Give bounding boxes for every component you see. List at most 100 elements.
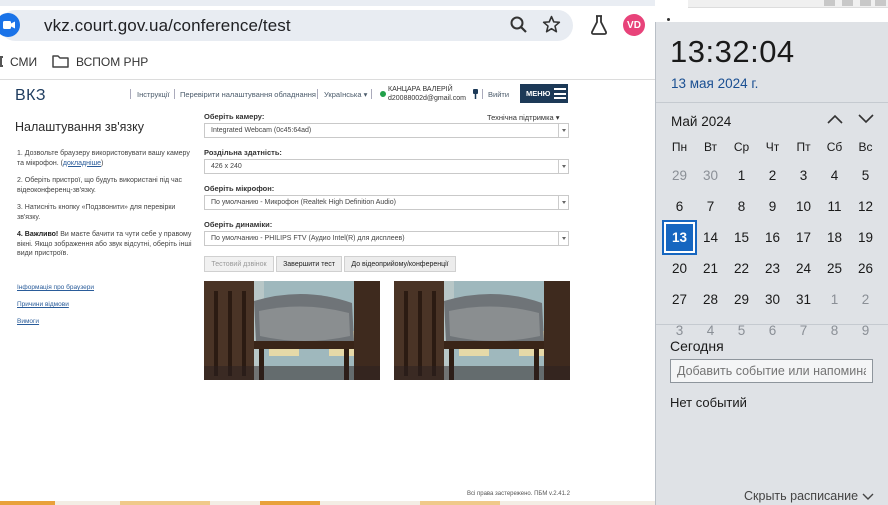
url-text[interactable]: vkz.court.gov.ua/conference/test: [44, 16, 291, 36]
footer-copyright: Всі права застережено. ПБМ v.2.41.2: [467, 491, 570, 497]
no-events-text: Нет событий: [670, 395, 747, 410]
chrome-divider: [0, 79, 655, 80]
calendar-day[interactable]: 5: [726, 315, 757, 346]
chevron-down-icon: [558, 160, 568, 173]
browser-info-link[interactable]: Інформація про браузери: [17, 284, 94, 291]
microphone-select[interactable]: По умолчанию - Микрофон (Realtek High De…: [204, 195, 569, 210]
calendar-day[interactable]: 16: [757, 222, 788, 253]
calendar-day[interactable]: 11: [819, 191, 850, 222]
requirements-link[interactable]: Вимоги: [17, 318, 39, 325]
calendar-day[interactable]: 1: [726, 160, 757, 191]
add-event-input[interactable]: [670, 359, 873, 383]
current-date-link[interactable]: 13 мая 2024 г.: [671, 76, 758, 91]
resolution-select[interactable]: 426 x 240: [204, 159, 569, 174]
calendar-day[interactable]: 26: [850, 253, 881, 284]
test-call-button[interactable]: Тестовий дзвінок: [204, 256, 274, 272]
calendar-month[interactable]: Май 2024: [671, 114, 731, 129]
calendar-day[interactable]: 1: [819, 284, 850, 315]
language-select[interactable]: Українська ▾: [324, 90, 367, 99]
calendar-day[interactable]: 3: [788, 160, 819, 191]
today-heading: Сегодня: [670, 338, 724, 354]
profile-avatar[interactable]: VD: [623, 14, 645, 36]
browser-menu-icon[interactable]: [667, 18, 670, 21]
calendar-day[interactable]: 10: [788, 191, 819, 222]
calendar-day[interactable]: 15: [726, 222, 757, 253]
calendar-day[interactable]: 7: [788, 315, 819, 346]
calendar-day[interactable]: 6: [757, 315, 788, 346]
tech-support-dropdown[interactable]: Технічна підтримка ▾: [487, 113, 560, 122]
calendar-day[interactable]: 5: [850, 160, 881, 191]
calendar-day[interactable]: 28: [695, 284, 726, 315]
calendar-day[interactable]: 12: [850, 191, 881, 222]
calendar-day[interactable]: 19: [850, 222, 881, 253]
calendar-day[interactable]: 14: [695, 222, 726, 253]
calendar-day[interactable]: 23: [757, 253, 788, 284]
calendar-day[interactable]: 8: [819, 315, 850, 346]
calendar-day[interactable]: 20: [664, 253, 695, 284]
calendar-day[interactable]: 2: [850, 284, 881, 315]
bookmark-vspom[interactable]: ВСПОМ РНР: [76, 55, 148, 69]
camera-select[interactable]: Integrated Webcam (0c45:64ad): [204, 123, 569, 138]
folder-icon: [52, 55, 69, 68]
site-logo[interactable]: ВКЗ: [15, 87, 46, 105]
calendar-day[interactable]: 9: [757, 191, 788, 222]
site-info-icon[interactable]: [0, 13, 24, 37]
chevron-down-icon: [862, 493, 874, 500]
nav-instructions[interactable]: Інструкції: [137, 90, 170, 99]
calendar-day[interactable]: 25: [819, 253, 850, 284]
nav-separator: [130, 89, 131, 99]
nav-separator: [317, 89, 318, 99]
refusal-reasons-link[interactable]: Причини відмови: [17, 301, 69, 308]
bookmark-smi[interactable]: СМИ: [10, 55, 37, 69]
calendar-day[interactable]: 4: [819, 160, 850, 191]
logout-link[interactable]: Вийти: [488, 90, 509, 99]
bookmark-star-icon[interactable]: [541, 14, 562, 35]
pin-icon[interactable]: [472, 89, 479, 99]
nav-check-equipment[interactable]: Перевірити налаштування обладнання: [180, 90, 316, 99]
calendar-day[interactable]: 22: [726, 253, 757, 284]
calendar-day[interactable]: 29: [726, 284, 757, 315]
calendar-day[interactable]: 18: [819, 222, 850, 253]
labs-flask-icon[interactable]: [589, 14, 609, 36]
bookmark-edge-icon: [0, 56, 3, 67]
weekday-label: Вс: [858, 140, 873, 154]
to-conference-button[interactable]: До відеоприйому/конференції: [344, 256, 456, 272]
zoom-icon[interactable]: [509, 15, 529, 35]
step-1: 1. Дозвольте браузеру використовувати ва…: [17, 150, 190, 167]
details-link[interactable]: докладніше: [63, 160, 101, 167]
camera-label: Оберіть камеру:: [204, 112, 265, 121]
calendar-day[interactable]: 8: [726, 191, 757, 222]
weekday-label: Вт: [703, 140, 718, 154]
calendar-day[interactable]: 21: [695, 253, 726, 284]
calendar-day[interactable]: 17: [788, 222, 819, 253]
resolution-label: Роздільна здатність:: [204, 148, 282, 157]
hide-schedule-button[interactable]: Скрыть расписание: [744, 489, 874, 503]
user-name[interactable]: КАНЦАРА ВАЛЕРІЙ: [388, 86, 453, 93]
calendar-day[interactable]: 9: [850, 315, 881, 346]
step-2: 2. Оберіть пристрої, що будуть використа…: [17, 177, 183, 194]
nav-separator: [174, 89, 175, 99]
prev-month-chevron-up-icon[interactable]: [826, 112, 844, 126]
weekday-label: Пт: [796, 140, 811, 154]
end-test-button[interactable]: Завершити тест: [276, 256, 342, 272]
calendar-day[interactable]: 24: [788, 253, 819, 284]
nav-separator: [371, 89, 372, 99]
calendar-day-today[interactable]: 13: [662, 220, 697, 255]
chevron-down-icon: [558, 124, 568, 137]
calendar-grid: 29 30 1 2 3 4 5 6 7 8 9 10 11 12 13 14 15 16 17 18 19 20 21 22 2…: [662, 160, 884, 346]
speakers-label: Оберіть динаміки:: [204, 220, 273, 229]
calendar-day[interactable]: 7: [695, 191, 726, 222]
next-month-chevron-down-icon[interactable]: [857, 112, 875, 126]
speakers-select[interactable]: По умолчанию - PHILIPS FTV (Аудио Intel(…: [204, 231, 569, 246]
calendar-day[interactable]: 2: [757, 160, 788, 191]
calendar-day[interactable]: 30: [757, 284, 788, 315]
weekday-label: Сб: [826, 140, 843, 154]
calendar-day[interactable]: 30: [695, 160, 726, 191]
calendar-day[interactable]: 27: [664, 284, 695, 315]
online-status-icon: [380, 91, 386, 97]
taskbar-strip: [0, 501, 655, 505]
calendar-day[interactable]: 31: [788, 284, 819, 315]
calendar-day[interactable]: 29: [664, 160, 695, 191]
calendar-day[interactable]: 6: [664, 191, 695, 222]
calendar-flyout: 13:32:04 13 мая 2024 г. Май 2024 Пн Вт Ср Ч…: [655, 22, 888, 505]
